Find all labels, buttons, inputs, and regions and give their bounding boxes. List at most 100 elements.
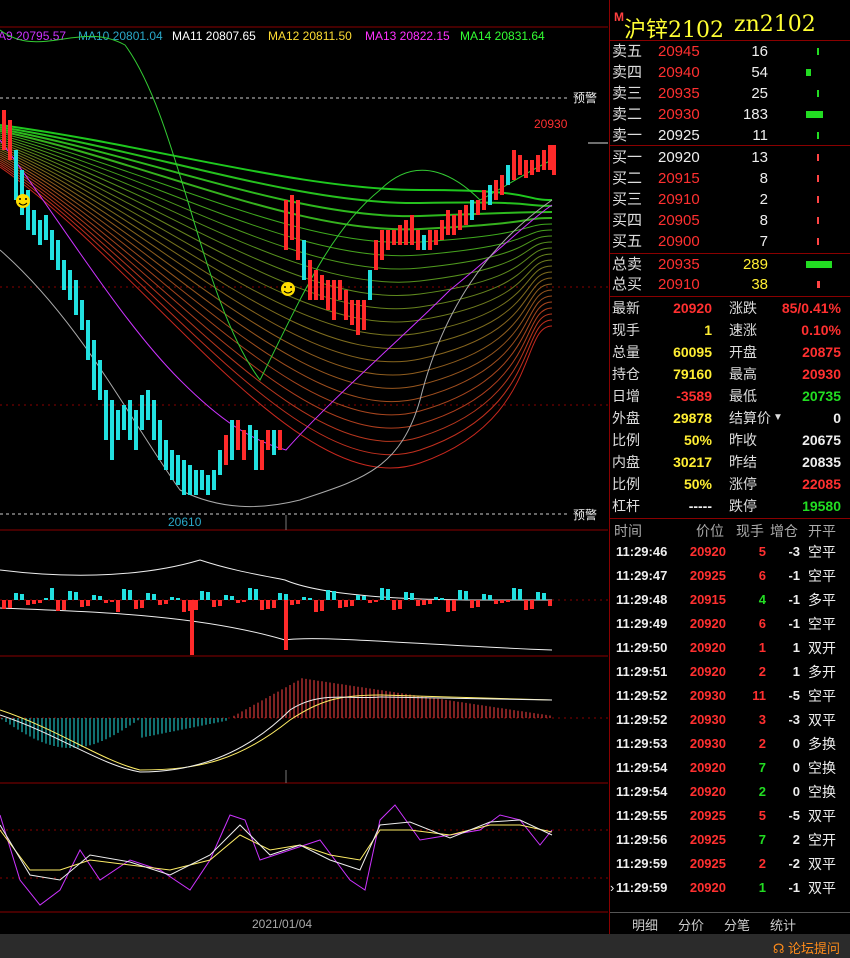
candlestick [548, 145, 552, 170]
tick-time: 11:29:46 [616, 544, 668, 559]
tick-oi-change: -1 [788, 592, 800, 607]
candlestick [212, 470, 216, 490]
candlestick [128, 400, 132, 440]
tick-row: 11:29:47 20925 6 -1 空平 [610, 564, 850, 588]
tab-detail[interactable]: 明细 [632, 915, 658, 934]
level-label: 卖三 [612, 85, 643, 102]
tick-time: 11:29:52 [616, 688, 668, 703]
level-label: 总卖 [612, 256, 643, 273]
warning-label-top: 预警 [573, 90, 597, 105]
candlestick [176, 455, 180, 485]
candlestick [8, 120, 12, 160]
candlestick [230, 420, 234, 460]
tick-price: 20925 [689, 832, 726, 847]
level-label: 买五 [612, 233, 643, 250]
volume-bar [38, 600, 42, 603]
col-oi: 增仓 [770, 523, 798, 539]
stat-row: 外盘 29878 结算价 ▼ 0 [610, 407, 850, 429]
volume-bar [392, 600, 396, 610]
level-volume: 8 [759, 170, 768, 187]
stat-value: 20875 [802, 344, 841, 360]
volume-bar [284, 600, 288, 650]
stat-value: 20735 [802, 388, 841, 404]
order-book-row: 卖四 20940 54 [610, 62, 850, 83]
stat-label: 比例 [612, 432, 640, 448]
stat-label: 昨收 [729, 432, 757, 448]
candlestick [296, 200, 300, 260]
candlestick [470, 200, 474, 220]
candlestick [338, 280, 342, 300]
tab-stats[interactable]: 统计 [770, 915, 796, 934]
candlestick [542, 150, 546, 170]
ma-legend-item: MA13 20822.15 [365, 29, 450, 43]
stat-value: 50% [683, 432, 712, 448]
tick-open-close: 多开 [808, 664, 836, 680]
tick-open-close: 空换 [808, 784, 836, 800]
stat-value: 20930 [802, 366, 841, 382]
volume-bar [434, 597, 438, 600]
volume-bar [530, 600, 534, 609]
forum-link[interactable]: ☊ 论坛提问 [773, 938, 840, 957]
candlestick [284, 200, 288, 250]
tick-oi-change: 1 [792, 664, 800, 679]
candlestick [434, 230, 438, 245]
kline-chart-area[interactable]: A9 20795.57 MA10 20801.04 MA11 20807.65 MA1… [0, 0, 608, 934]
stat-row: 比例 50% 昨收 20675 [610, 429, 850, 451]
level-volume: 13 [751, 149, 768, 166]
tick-row: 11:29:54 20920 2 0 空换 [610, 780, 850, 804]
volume-bar [542, 593, 546, 600]
tick-row: 11:29:52 20930 11 -5 空平 [610, 684, 850, 708]
volume-bar [158, 600, 162, 605]
candlestick [266, 430, 270, 450]
volume-bar [44, 598, 48, 600]
tick-price: 20920 [689, 760, 726, 775]
smiley-icon [281, 282, 295, 296]
volume-bar [32, 600, 36, 604]
volume-bar [152, 594, 156, 600]
level-volume: 11 [752, 127, 768, 144]
stat-label[interactable]: 结算价 [729, 407, 771, 429]
stat-label: 最低 [729, 388, 757, 404]
volume-bar [817, 175, 819, 182]
tick-qty: 5 [758, 544, 766, 559]
volume-bar [332, 591, 336, 600]
volume-bar [380, 588, 384, 600]
level-label: 总买 [612, 276, 643, 293]
candlestick [464, 205, 468, 225]
tick-price: 20920 [689, 616, 726, 631]
tab-ticks[interactable]: 分笔 [724, 915, 750, 934]
stat-label: 日增 [612, 388, 640, 404]
volume-bar [404, 592, 408, 600]
tick-row: 11:29:49 20920 6 -1 空平 [610, 612, 850, 636]
bottom-bar: ☊ 论坛提问 [0, 934, 850, 958]
candlestick [428, 230, 432, 250]
volume-bar [386, 589, 390, 600]
market-marker: M [614, 10, 624, 24]
candlestick [368, 270, 372, 300]
stat-row: 内盘 30217 昨结 20835 [610, 451, 850, 473]
level-volume: 2 [759, 191, 768, 208]
stat-label: 开盘 [729, 344, 757, 360]
candlestick [494, 180, 498, 200]
stat-value: ----- [688, 498, 712, 514]
order-book-row: 卖二 20930 183 [610, 104, 850, 125]
volume-bar [68, 591, 72, 600]
candlestick [446, 210, 450, 235]
candlestick [44, 215, 48, 240]
candlestick [278, 430, 282, 450]
quote-panel: M 沪锌2102 zn2102 卖五 20945 16 卖四 20940 54 卖三 2093… [609, 0, 850, 934]
candlestick [458, 210, 462, 230]
tick-time: 11:29:50 [616, 640, 668, 655]
candlestick [188, 465, 192, 495]
candlestick [92, 340, 96, 390]
level-price: 20930 [658, 106, 700, 123]
tick-qty: 3 [758, 712, 766, 727]
tab-price[interactable]: 分价 [678, 915, 704, 934]
candlestick [488, 185, 492, 205]
candlestick [452, 215, 456, 235]
candlestick [506, 165, 510, 185]
tick-qty: 2 [758, 784, 766, 799]
tick-qty: 2 [758, 664, 766, 679]
volume-bar [272, 600, 276, 608]
volume-bar [817, 196, 819, 203]
